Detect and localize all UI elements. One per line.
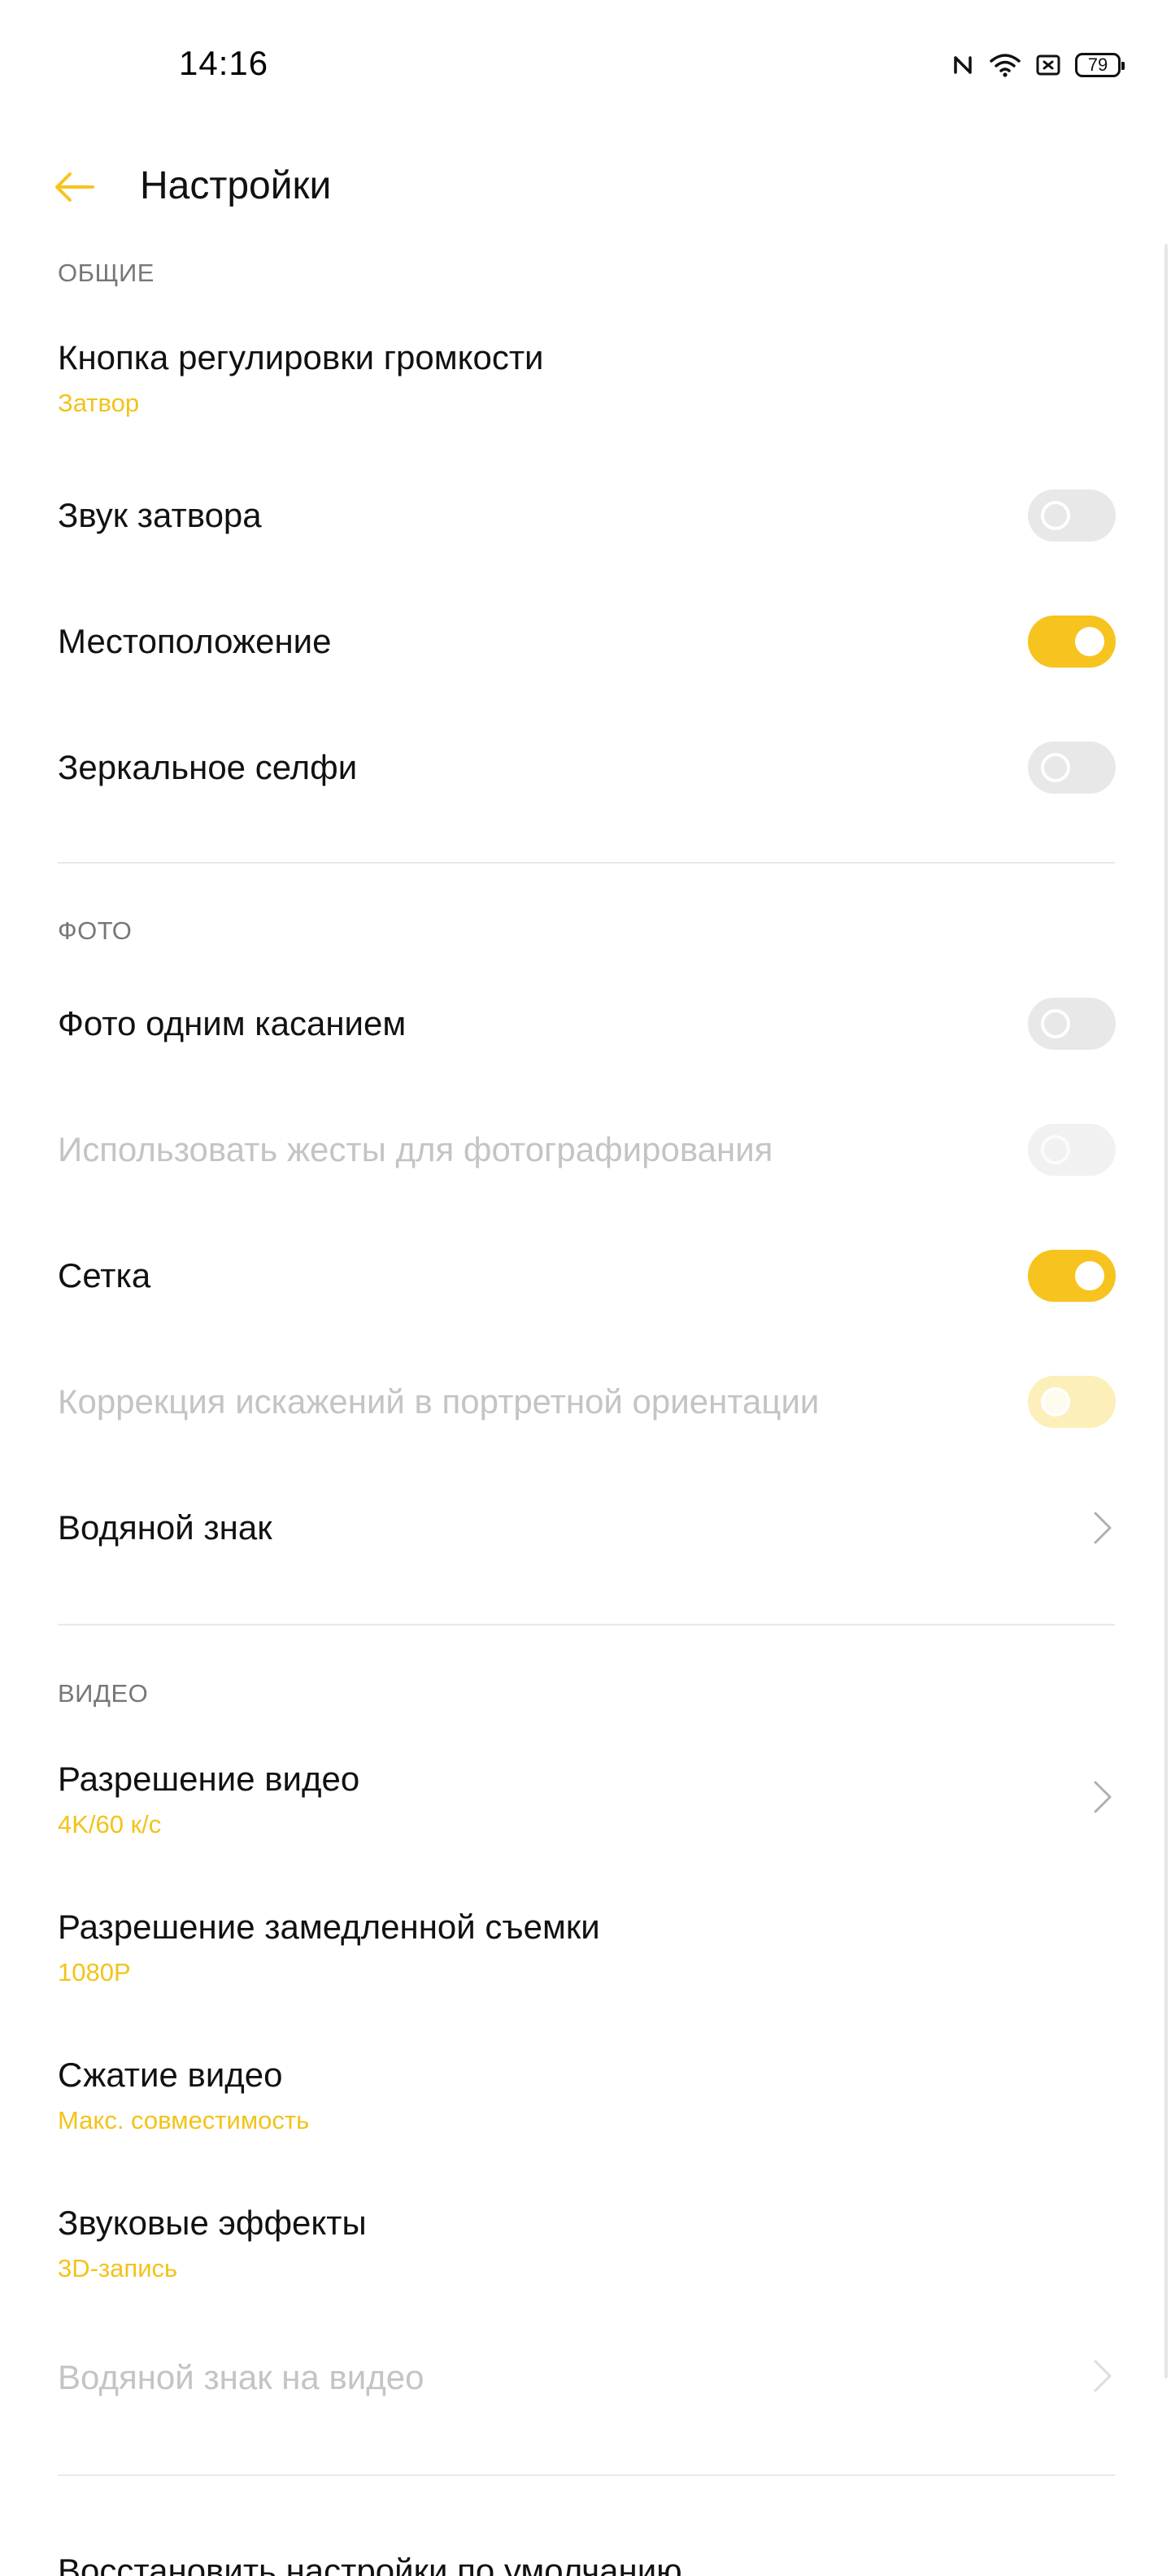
setting-reset-defaults[interactable]: Восстановить настройки по умолчанию (0, 2521, 1171, 2576)
chevron-right-icon (1086, 2356, 1119, 2395)
settings-list: ОБЩИЕ Кнопка регулировки громкости Затво… (0, 0, 1171, 2576)
section-header-video: ВИДЕО (58, 1679, 149, 1708)
setting-value: 4K/60 к/с (58, 1810, 162, 1838)
setting-value: Затвор (58, 389, 140, 417)
setting-one-touch-photo[interactable]: Фото одним касанием (0, 980, 1171, 1068)
setting-title: Сжатие видео (58, 2056, 283, 2094)
setting-sound-effects[interactable]: Звуковые эффекты 3D-запись (0, 2184, 1171, 2298)
setting-distortion-correction: Коррекция искажений в портретной ориента… (0, 1358, 1171, 1446)
toggle-knob (1075, 627, 1104, 656)
toggle-knob (1075, 1261, 1104, 1290)
section-divider (58, 862, 1115, 864)
setting-value: 1080P (58, 1958, 131, 1986)
setting-title: Сетка (58, 1256, 151, 1295)
toggle-knob (1041, 501, 1070, 530)
toggle-knob (1041, 1009, 1070, 1038)
setting-location[interactable]: Местоположение (0, 598, 1171, 685)
shutter-sound-toggle[interactable] (1028, 490, 1116, 542)
setting-grid[interactable]: Сетка (0, 1232, 1171, 1320)
chevron-right-icon (1086, 1508, 1119, 1547)
setting-title: Звук затвора (58, 496, 262, 534)
setting-mirror-selfie[interactable]: Зеркальное селфи (0, 724, 1171, 812)
toggle-knob (1041, 1135, 1070, 1164)
setting-slowmo-resolution[interactable]: Разрешение замедленной съемки 1080P (0, 1888, 1171, 2002)
setting-watermark[interactable]: Водяной знак (0, 1484, 1171, 1572)
setting-title: Кнопка регулировки громкости (58, 338, 544, 376)
chevron-right-icon (1086, 1778, 1119, 1817)
grid-toggle[interactable] (1028, 1250, 1116, 1302)
setting-title: Восстановить настройки по умолчанию (58, 2552, 682, 2576)
setting-title: Водяной знак на видео (58, 2358, 424, 2396)
setting-title: Звуковые эффекты (58, 2204, 367, 2242)
setting-shutter-sound[interactable]: Звук затвора (0, 472, 1171, 559)
mirror-selfie-toggle[interactable] (1028, 742, 1116, 794)
one-touch-photo-toggle[interactable] (1028, 998, 1116, 1050)
setting-title: Водяной знак (58, 1508, 272, 1547)
setting-gestures: Использовать жесты для фотографирования (0, 1106, 1171, 1194)
section-header-photo: ФОТО (58, 916, 133, 945)
section-header-general: ОБЩИЕ (58, 259, 155, 287)
setting-video-compression[interactable]: Сжатие видео Макс. совместимость (0, 2036, 1171, 2150)
setting-volume-button[interactable]: Кнопка регулировки громкости Затвор (0, 317, 1171, 431)
setting-title: Зеркальное селфи (58, 748, 358, 786)
setting-title: Разрешение видео (58, 1760, 360, 1798)
toggle-knob (1041, 753, 1070, 782)
gestures-toggle (1028, 1124, 1116, 1176)
setting-title: Местоположение (58, 622, 332, 660)
setting-value: 3D-запись (58, 2254, 178, 2282)
setting-video-resolution[interactable]: Разрешение видео 4K/60 к/с (0, 1740, 1171, 1854)
distortion-correction-toggle (1028, 1376, 1116, 1428)
location-toggle[interactable] (1028, 616, 1116, 668)
setting-video-watermark: Водяной знак на видео (0, 2334, 1171, 2423)
setting-title: Коррекция искажений в портретной ориента… (58, 1382, 820, 1421)
setting-value: Макс. совместимость (58, 2106, 310, 2134)
setting-title: Разрешение замедленной съемки (58, 1908, 600, 1946)
toggle-knob (1041, 1387, 1070, 1416)
section-divider (58, 1624, 1115, 1625)
setting-title: Фото одним касанием (58, 1004, 407, 1042)
setting-title: Использовать жесты для фотографирования (58, 1130, 773, 1168)
section-divider (58, 2474, 1115, 2476)
